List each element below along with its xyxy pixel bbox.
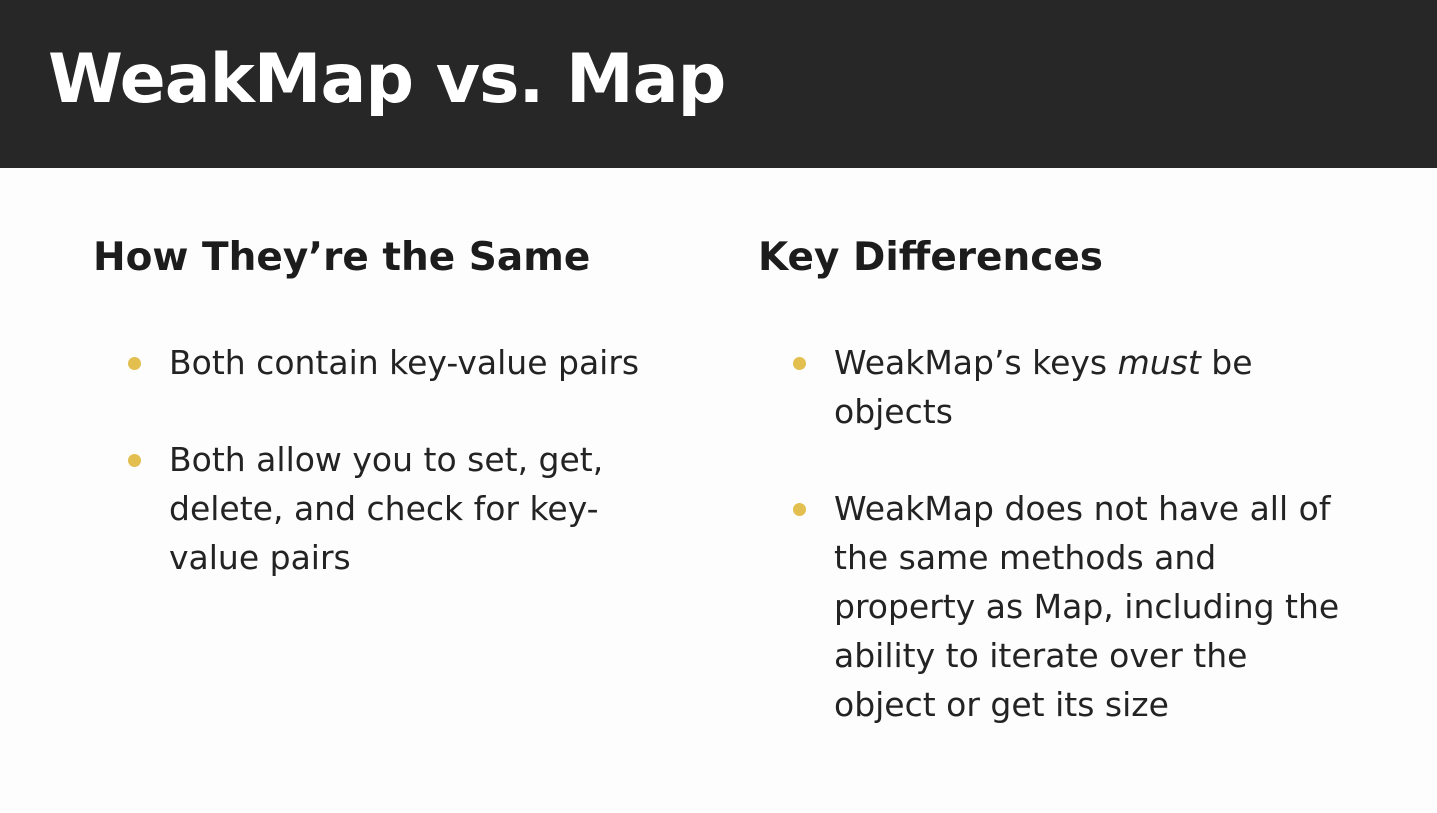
differences-heading: Key Differences: [758, 235, 1104, 280]
bullet-text: Both allow you to set, get, delete, and …: [169, 440, 604, 577]
bullet-dot-icon: [793, 357, 806, 370]
bullet-dot-icon: [128, 357, 141, 370]
slide-title: WeakMap vs. Map: [48, 40, 726, 119]
list-item: Both contain key-value pairs: [93, 338, 649, 387]
same-heading: How They’re the Same: [93, 235, 591, 280]
title-bar: WeakMap vs. Map: [0, 0, 1437, 168]
list-item: Both allow you to set, get, delete, and …: [93, 435, 649, 582]
list-item: WeakMap’s keys must be objects: [758, 338, 1354, 436]
bullet-dot-icon: [793, 503, 806, 516]
bullet-text: Both contain key-value pairs: [169, 343, 640, 382]
list-item: WeakMap does not have all of the same me…: [758, 484, 1354, 729]
bullet-text-before: WeakMap’s keys: [834, 343, 1118, 382]
bullet-dot-icon: [128, 454, 141, 467]
bullet-text-emphasis: must: [1117, 343, 1201, 382]
bullet-text: WeakMap does not have all of the same me…: [834, 489, 1340, 724]
differences-bullet-list: WeakMap’s keys must be objects WeakMap d…: [758, 338, 1354, 777]
same-bullet-list: Both contain key-value pairs Both allow …: [93, 338, 649, 630]
